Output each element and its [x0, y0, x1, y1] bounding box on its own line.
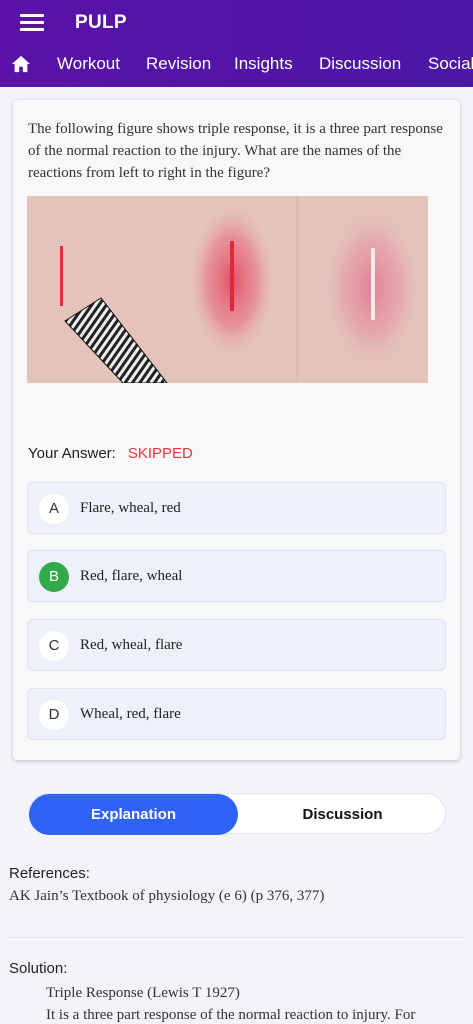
explanation-discussion-tabs: Explanation Discussion: [28, 793, 447, 835]
app-bar: PULP Workout Revision Insights Discussio…: [0, 0, 473, 87]
option-letter: D: [39, 700, 69, 730]
triple-response-figure: [27, 196, 428, 383]
option-text: Red, flare, wheal: [80, 568, 183, 584]
option-text: Red, wheal, flare: [80, 637, 183, 653]
nav-item-workout[interactable]: Workout: [57, 54, 120, 74]
app-title: PULP: [75, 12, 127, 33]
option-letter: C: [39, 631, 69, 661]
solution-label: Solution:: [9, 960, 68, 977]
menu-icon[interactable]: [20, 14, 44, 34]
option-text: Wheal, red, flare: [80, 706, 181, 722]
option-letter: A: [39, 494, 69, 524]
tab-explanation[interactable]: Explanation: [29, 794, 238, 835]
nav-bar: Workout Revision Insights Discussion Soc…: [0, 50, 473, 80]
option-letter-correct: B: [39, 562, 69, 592]
option-c[interactable]: C Red, wheal, flare: [27, 619, 446, 671]
option-b[interactable]: B Red, flare, wheal: [27, 550, 446, 602]
question-card: The following figure shows triple respon…: [13, 100, 460, 760]
solution-text: It is a three part response of the norma…: [46, 1007, 416, 1023]
solution-title: Triple Response (Lewis T 1927): [46, 985, 240, 1001]
nav-item-social[interactable]: Social: [428, 54, 473, 74]
divider: [9, 937, 464, 938]
option-a[interactable]: A Flare, wheal, red: [27, 482, 446, 534]
nav-item-insights[interactable]: Insights: [234, 54, 293, 74]
option-text: Flare, wheal, red: [80, 500, 181, 516]
nav-item-revision[interactable]: Revision: [146, 54, 211, 74]
tab-discussion[interactable]: Discussion: [238, 794, 447, 835]
nav-item-discussion[interactable]: Discussion: [319, 54, 401, 74]
your-answer: Your Answer: SKIPPED: [28, 445, 193, 462]
question-text: The following figure shows triple respon…: [28, 121, 443, 181]
references-label: References:: [9, 865, 90, 882]
answer-status: SKIPPED: [127, 445, 193, 462]
your-answer-label: Your Answer:: [28, 445, 116, 462]
home-icon[interactable]: [10, 54, 32, 74]
option-d[interactable]: D Wheal, red, flare: [27, 688, 446, 740]
references-text: AK Jain’s Textbook of physiology (e 6) (…: [9, 888, 325, 904]
